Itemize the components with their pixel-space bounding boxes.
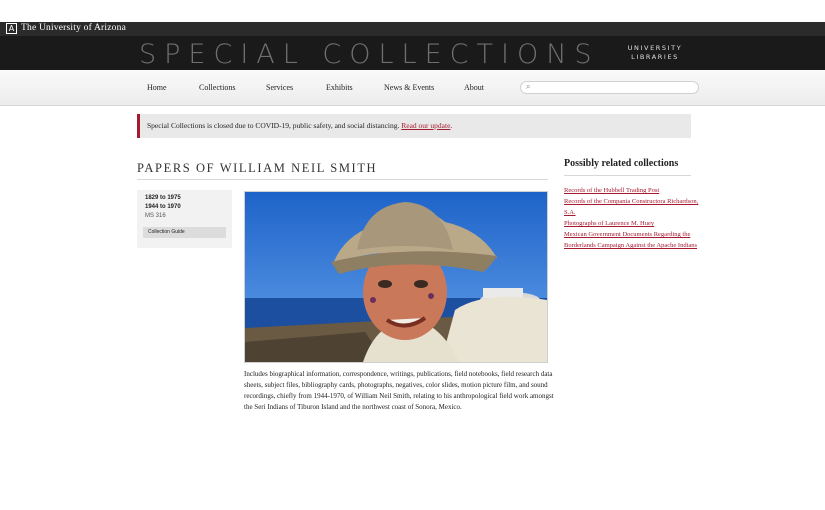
nav-services[interactable]: Services [266, 83, 293, 92]
portrait-photo-illustration [245, 192, 547, 362]
collection-guide-button[interactable]: Collection Guide [143, 227, 226, 238]
related-link-hubbell[interactable]: Records of the Hubbell Trading Post [564, 185, 699, 196]
search-icon[interactable]: ⌕ [526, 82, 530, 92]
related-link-huey[interactable]: Photographs of Laurence M. Huey [564, 218, 699, 229]
title-divider [137, 179, 548, 180]
nav-news-events[interactable]: News & Events [384, 83, 434, 92]
university-topbar: A The University of Arizona [0, 22, 825, 36]
alert-message: Special Collections is closed due to COV… [147, 121, 400, 130]
page: A The University of Arizona SPECIAL COLL… [0, 0, 825, 510]
date-range: 1829 to 1975 [145, 195, 181, 201]
search-input[interactable]: ⌕ [520, 81, 699, 94]
related-collections-list: Records of the Hubbell Trading Post Reco… [564, 185, 699, 251]
main-nav: Home Collections Services Exhibits News … [0, 70, 825, 106]
university-logo-icon[interactable]: A [6, 23, 17, 34]
related-collections-title: Possibly related collections [564, 158, 679, 169]
alert-text: Special Collections is closed due to COV… [147, 121, 452, 130]
related-link-mexican-documents[interactable]: Mexican Government Documents Regarding t… [564, 229, 699, 251]
site-header: SPECIAL COLLECTIONS UNIVERSITY LIBRARIES [0, 36, 825, 70]
read-update-link[interactable]: Read our update [401, 121, 450, 130]
alert-suffix: . [450, 121, 453, 130]
university-libraries-link[interactable]: UNIVERSITY LIBRARIES [600, 44, 710, 62]
nav-home[interactable]: Home [147, 83, 167, 92]
collection-info-box: 1829 to 1975 1944 to 1970 MS 316 Collect… [137, 190, 232, 248]
site-title[interactable]: SPECIAL COLLECTIONS [139, 39, 600, 70]
description-text: Includes biographical information, corre… [244, 370, 554, 411]
nav-about[interactable]: About [464, 83, 484, 92]
libraries-line-2: LIBRARIES [631, 53, 679, 61]
related-divider [564, 175, 691, 176]
collection-guide-label: Collection Guide [148, 229, 185, 235]
collection-title: PAPERS OF WILLIAM NEIL SMITH [137, 161, 378, 175]
ms-number: MS 316 [145, 213, 166, 219]
collection-photo [244, 191, 548, 363]
related-link-compania[interactable]: Records of the Compania Constructora Ric… [564, 196, 699, 218]
nav-exhibits[interactable]: Exhibits [326, 83, 353, 92]
closure-alert: Special Collections is closed due to COV… [137, 114, 691, 138]
university-name-link[interactable]: The University of Arizona [21, 23, 126, 33]
collection-description: Includes biographical information, corre… [244, 369, 554, 413]
bulk-dates: 1944 to 1970 [145, 204, 181, 210]
nav-collections[interactable]: Collections [199, 83, 235, 92]
libraries-line-1: UNIVERSITY [627, 44, 683, 52]
